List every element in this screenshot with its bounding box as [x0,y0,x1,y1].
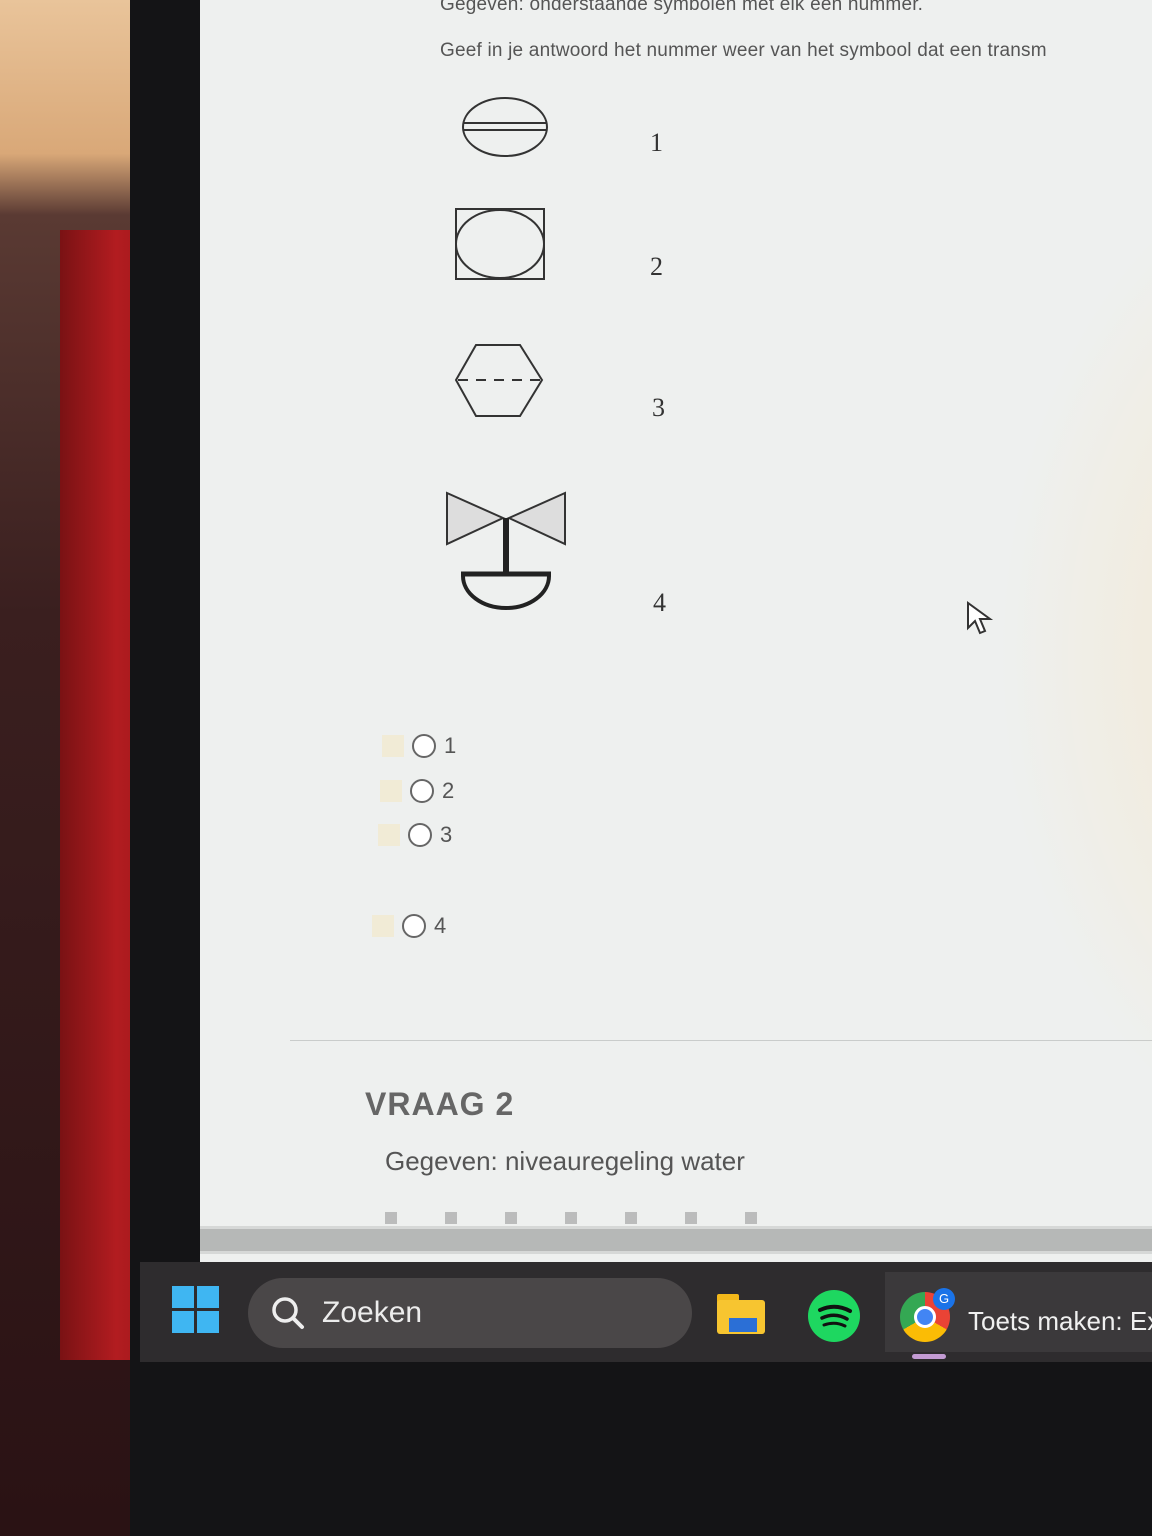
answer-option-label: 4 [434,913,447,938]
symbol-number-3: 3 [652,393,665,422]
radio-button[interactable] [408,823,432,847]
flag-icon [382,735,404,757]
chrome-profile-badge: G [933,1288,955,1310]
symbol-number-4: 4 [653,588,666,617]
answer-option-2[interactable]: 2 [380,778,454,804]
question2-title: VRAAG 2 [365,1086,515,1122]
answer-option-label: 3 [440,822,453,847]
circle-in-square-icon [455,208,545,280]
diaphragm-valve-icon [446,491,566,610]
screen-glare [900,0,1152,1262]
hexagon-dashed-line-icon [454,344,544,417]
flag-icon [380,780,402,802]
taskbar-search[interactable]: Zoeken [248,1278,692,1348]
active-window-indicator [912,1354,946,1359]
spotify-icon[interactable] [808,1290,860,1342]
symbol-number-2: 2 [650,252,663,281]
file-explorer-icon[interactable] [715,1290,767,1336]
circle-with-double-line-icon [462,97,548,157]
answer-option-3[interactable]: 3 [378,822,452,848]
flag-icon [372,915,394,937]
cut-off-text [385,1212,765,1224]
browser-page: Gegeven: onderstaande symbolen met elk e… [200,0,1152,1262]
chrome-window-title[interactable]: Toets maken: Ex [968,1306,1152,1337]
radio-button[interactable] [410,779,434,803]
windows-start-icon[interactable] [172,1286,220,1334]
question2-text: Gegeven: niveauregeling water [385,1146,745,1176]
taskbar: Zoeken G Toets maken: Ex [140,1262,1152,1362]
scrollbar-thumb[interactable] [200,1229,1152,1251]
question1-intro-line2: Geef in je antwoord het nummer weer van … [440,40,1047,61]
question1-intro-line1: Gegeven: onderstaande symbolen met elk e… [440,0,924,15]
radio-button[interactable] [402,914,426,938]
radio-button[interactable] [412,734,436,758]
search-label: Zoeken [322,1296,423,1329]
answer-option-label: 2 [442,778,455,803]
answer-option-1[interactable]: 1 [382,733,456,759]
mouse-cursor-icon [967,601,994,635]
answer-option-label: 1 [444,733,457,758]
answer-option-4[interactable]: 4 [372,913,446,939]
question-divider [290,1040,1152,1041]
flag-icon [378,824,400,846]
symbol-number-1: 1 [650,128,663,157]
search-icon [272,1297,304,1329]
